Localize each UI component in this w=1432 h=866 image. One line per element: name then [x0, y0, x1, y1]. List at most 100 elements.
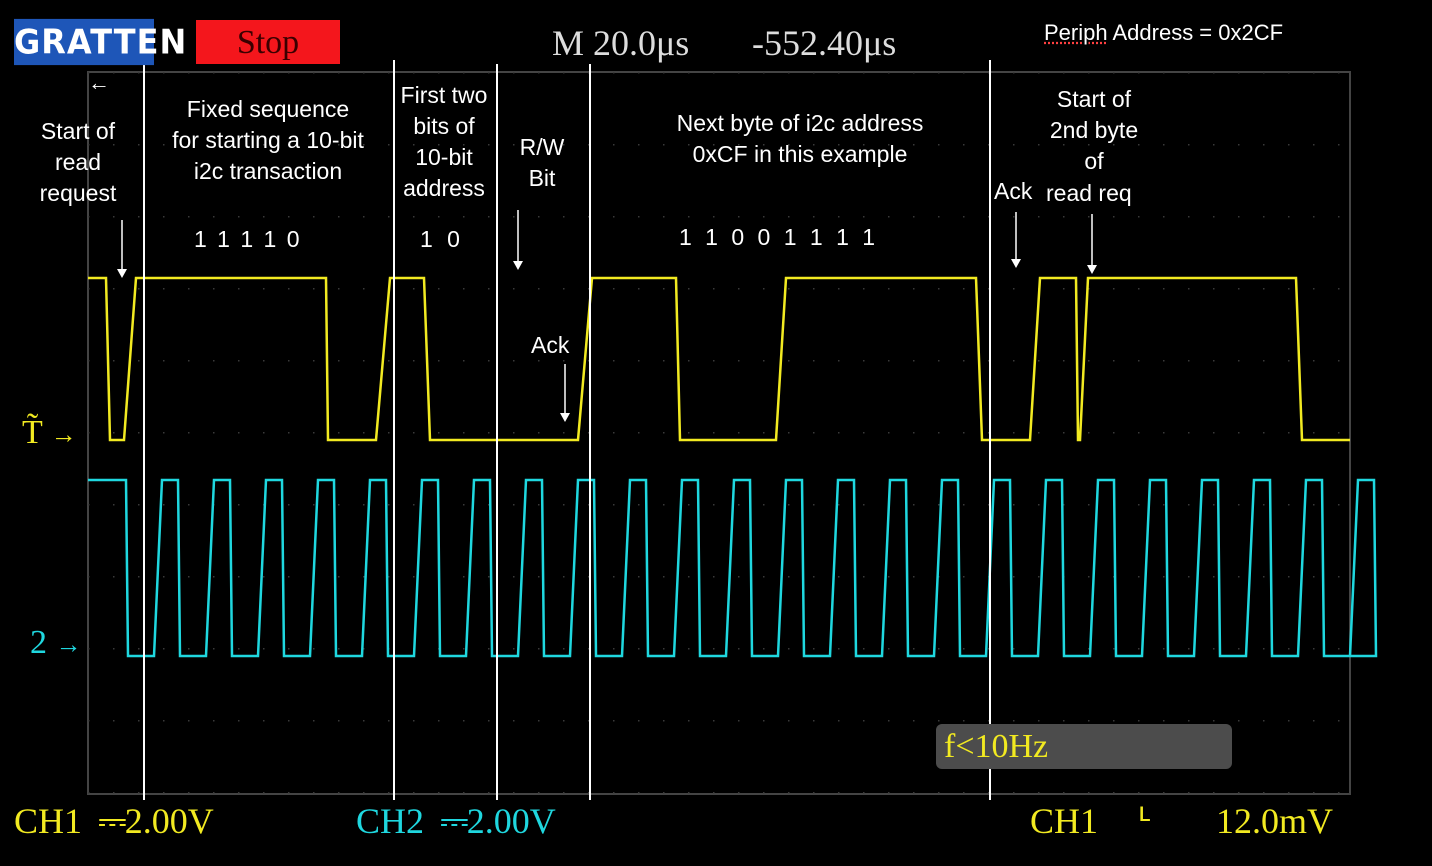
- ch2-scale: ⎓2.00V: [440, 801, 556, 841]
- grid-dot: [1238, 288, 1240, 290]
- grid-dot: [213, 432, 215, 434]
- grid-dot: [938, 216, 940, 218]
- grid-dot: [113, 504, 115, 506]
- grid-dot: [1063, 792, 1065, 794]
- grid-dot: [1188, 576, 1190, 578]
- grid-dot: [1313, 576, 1315, 578]
- grid-dot: [963, 432, 965, 434]
- grid-dot: [288, 288, 290, 290]
- grid-dot: [788, 432, 790, 434]
- grid-dot: [1338, 432, 1340, 434]
- grid-dot: [413, 792, 415, 794]
- grid-dot: [288, 720, 290, 722]
- grid-dot: [1063, 720, 1065, 722]
- grid-dot: [313, 288, 315, 290]
- grid-dot: [713, 360, 715, 362]
- grid-dot: [188, 432, 190, 434]
- grid-dot: [163, 216, 165, 218]
- grid-dot: [863, 360, 865, 362]
- down-arrow-icon: [560, 364, 570, 422]
- grid-dot: [313, 360, 315, 362]
- grid-dot: [113, 216, 115, 218]
- grid-dot: [513, 504, 515, 506]
- grid-dot: [113, 576, 115, 578]
- grid-dot: [1313, 792, 1315, 794]
- grid-dot: [338, 720, 340, 722]
- grid-dot: [563, 648, 565, 650]
- grid-dot: [738, 576, 740, 578]
- grid-dot: [638, 288, 640, 290]
- grid-dot: [563, 720, 565, 722]
- grid-dot: [813, 360, 815, 362]
- grid-dot: [1038, 792, 1040, 794]
- grid-dot: [688, 360, 690, 362]
- grid-dot: [713, 576, 715, 578]
- grid-dot: [1313, 144, 1315, 146]
- grid-dot: [1188, 144, 1190, 146]
- grid-dot: [363, 576, 365, 578]
- grid-dot: [1088, 792, 1090, 794]
- grid-dot: [1113, 360, 1115, 362]
- grid-dot: [1263, 720, 1265, 722]
- grid-dot: [1188, 720, 1190, 722]
- grid-dot: [763, 360, 765, 362]
- grid-dot: [1338, 360, 1340, 362]
- grid-dot: [413, 720, 415, 722]
- grid-dot: [1163, 360, 1165, 362]
- dc-coupling-icon: ⎓: [98, 801, 127, 841]
- grid-dot: [1313, 72, 1315, 74]
- grid-dot: [713, 504, 715, 506]
- grid-dot: [738, 288, 740, 290]
- grid-dot: [713, 792, 715, 794]
- grid-dot: [413, 504, 415, 506]
- grid-dot: [663, 288, 665, 290]
- grid-dot: [288, 360, 290, 362]
- grid-dot: [413, 576, 415, 578]
- grid-dot: [138, 504, 140, 506]
- grid-dot: [1288, 72, 1290, 74]
- grid-dot: [263, 648, 265, 650]
- grid-dot: [1338, 648, 1340, 650]
- grid-dot: [438, 216, 440, 218]
- grid-dot: [1088, 720, 1090, 722]
- annotation-start-second-byte: Start of 2nd byte of: [1049, 86, 1139, 174]
- grid-dot: [913, 792, 915, 794]
- grid-dot: [1288, 432, 1290, 434]
- grid-dot: [638, 720, 640, 722]
- grid-dot: [138, 576, 140, 578]
- grid-dot: [1163, 648, 1165, 650]
- grid-dot: [1038, 216, 1040, 218]
- stop-button[interactable]: Stop: [196, 20, 340, 64]
- grid-dot: [638, 216, 640, 218]
- left-arrow-icon: ←: [88, 70, 110, 95]
- grid-dot: [888, 576, 890, 578]
- grid-dot: [813, 72, 815, 74]
- grid-dot: [138, 288, 140, 290]
- grid-dot: [613, 504, 615, 506]
- grid-dot: [463, 360, 465, 362]
- grid-dot: [713, 432, 715, 434]
- grid-dot: [263, 792, 265, 794]
- grid-dot: [1088, 432, 1090, 434]
- grid-dot: [488, 648, 490, 650]
- grid-dot: [1338, 792, 1340, 794]
- bits-first-two: 1 0: [420, 226, 460, 252]
- grid-dot: [938, 432, 940, 434]
- grid-dot: [88, 360, 90, 362]
- grid-dot: [813, 648, 815, 650]
- grid-dot: [838, 504, 840, 506]
- grid-dot: [538, 432, 540, 434]
- grid-dot: [763, 720, 765, 722]
- grid-dot: [1313, 648, 1315, 650]
- grid-dot: [388, 720, 390, 722]
- grid-dot: [888, 216, 890, 218]
- grid-dot: [363, 288, 365, 290]
- grid-dot: [963, 72, 965, 74]
- grid-dot: [313, 72, 315, 74]
- grid-dot: [1213, 144, 1215, 146]
- grid-dot: [563, 72, 565, 74]
- grid-dot: [888, 720, 890, 722]
- grid-dot: [163, 288, 165, 290]
- grid-dot: [738, 648, 740, 650]
- grid-dot: [1288, 288, 1290, 290]
